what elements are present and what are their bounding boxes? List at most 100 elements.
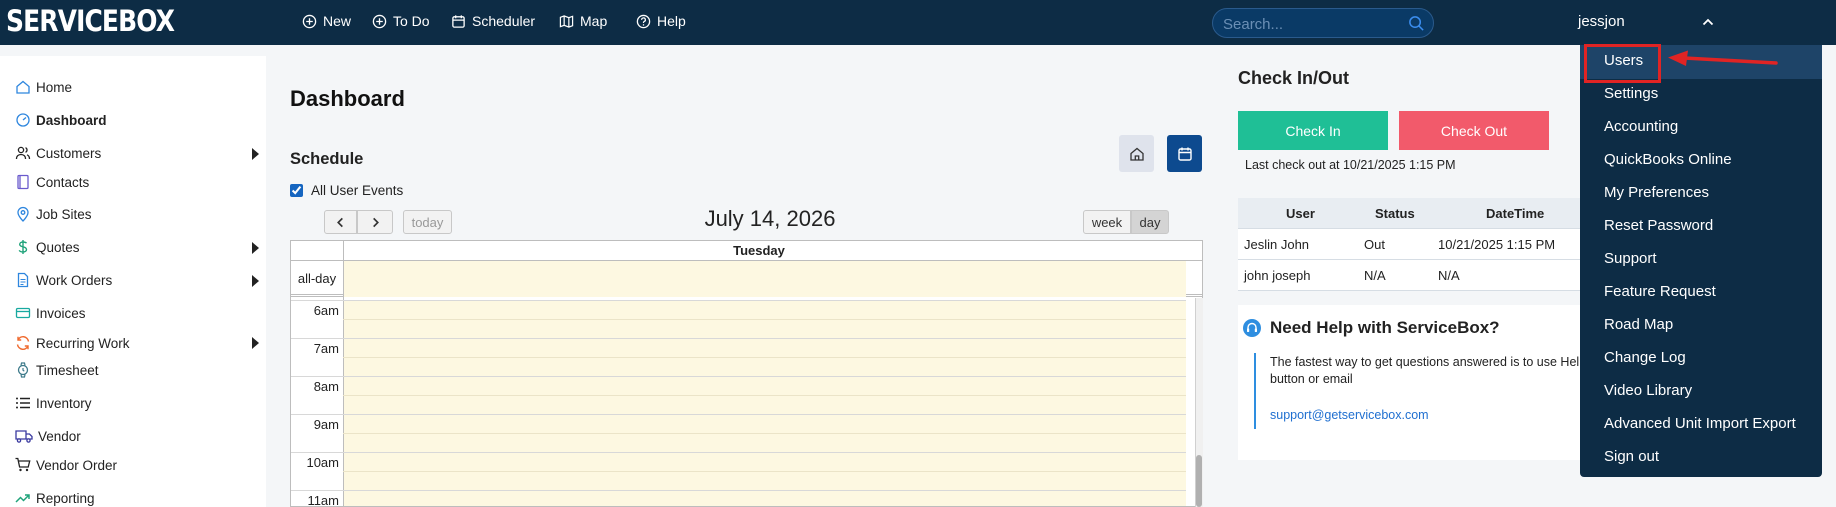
check-in-button[interactable]: Check In xyxy=(1238,111,1388,150)
search-box xyxy=(1212,8,1434,38)
hour-line xyxy=(291,338,1186,339)
menu-item-feature-request[interactable]: Feature Request xyxy=(1604,283,1716,300)
menu-item-settings[interactable]: Settings xyxy=(1604,85,1658,102)
nav-scheduler[interactable]: Scheduler xyxy=(451,13,535,29)
menu-item-sign-out[interactable]: Sign out xyxy=(1604,448,1659,465)
table-cell: Out xyxy=(1364,237,1385,252)
sidebar-item-work-orders[interactable]: Work Orders xyxy=(15,272,112,288)
day-calendar-grid: Tuesday all-day 6am 7am 8am 9am 10am 11am xyxy=(290,240,1203,507)
calendar-day-button[interactable]: day xyxy=(1131,210,1169,234)
hour-label: 6am xyxy=(313,303,339,318)
search-icon[interactable] xyxy=(1408,15,1425,32)
sidebar-item-label: Inventory xyxy=(36,395,92,411)
menu-item-quickbooks-online[interactable]: QuickBooks Online xyxy=(1604,151,1732,168)
calendar-icon xyxy=(1177,147,1192,161)
sidebar-item-recurring-work[interactable]: Recurring Work xyxy=(15,335,130,351)
menu-item-reset-password[interactable]: Reset Password xyxy=(1604,217,1713,234)
row-divider xyxy=(1238,290,1583,291)
plus-circle-icon xyxy=(302,14,317,28)
menu-item-change-log[interactable]: Change Log xyxy=(1604,349,1686,366)
menu-item-advanced-unit-import-export[interactable]: Advanced Unit Import Export xyxy=(1604,415,1796,432)
menu-item-accounting[interactable]: Accounting xyxy=(1604,118,1678,135)
column-header: DateTime xyxy=(1486,206,1545,221)
allday-cell[interactable] xyxy=(343,261,1186,297)
calendar-scrollbar-thumb[interactable] xyxy=(1196,455,1202,507)
calendar-next-button[interactable] xyxy=(357,210,393,234)
calendar-icon xyxy=(452,14,465,28)
nav-new[interactable]: New xyxy=(302,13,351,29)
sidebar-item-timesheet[interactable]: Timesheet xyxy=(15,362,99,378)
sidebar-item-label: Quotes xyxy=(36,239,80,255)
calendar-prev-button[interactable] xyxy=(324,210,357,234)
sidebar-item-invoices[interactable]: Invoices xyxy=(15,305,86,321)
support-email-link[interactable]: support@getservicebox.com xyxy=(1270,408,1429,422)
hour-label: 7am xyxy=(313,341,339,356)
servicebox-logo[interactable]: SERVICEBOX xyxy=(6,4,175,38)
sidebar-item-reporting[interactable]: Reporting xyxy=(15,490,95,506)
menu-item-support[interactable]: Support xyxy=(1604,250,1657,267)
expand-arrow-icon[interactable] xyxy=(252,337,259,349)
home-icon xyxy=(16,80,30,94)
sidebar-item-label: Timesheet xyxy=(36,362,99,378)
chevron-up-icon[interactable] xyxy=(1701,15,1715,29)
user-dropdown-menu: Users Settings Accounting QuickBooks Onl… xyxy=(1580,45,1822,477)
sidebar-item-quotes[interactable]: Quotes xyxy=(15,239,80,255)
top-navbar: SERVICEBOX New To Do Scheduler Map Help … xyxy=(0,0,1836,45)
calendar-today-button[interactable]: today xyxy=(403,210,452,234)
schedule-home-button[interactable] xyxy=(1119,135,1154,172)
users-icon xyxy=(15,146,31,160)
home-icon xyxy=(1129,147,1144,161)
sidebar-item-customers[interactable]: Customers xyxy=(15,145,101,161)
sidebar-item-dashboard[interactable]: Dashboard xyxy=(15,112,107,128)
expand-arrow-icon[interactable] xyxy=(252,242,259,254)
sidebar-item-label: Invoices xyxy=(36,305,86,321)
menu-item-road-map[interactable]: Road Map xyxy=(1604,316,1673,333)
menu-item-my-preferences[interactable]: My Preferences xyxy=(1604,184,1709,201)
half-hour-line xyxy=(343,357,1186,358)
calendar-week-button[interactable]: week xyxy=(1083,210,1131,234)
hour-line xyxy=(291,300,1186,301)
all-user-events-toggle[interactable]: All User Events xyxy=(290,183,403,198)
calendar-day-name: Tuesday xyxy=(733,243,785,258)
chevron-right-icon xyxy=(372,217,379,227)
sidebar-item-label: Reporting xyxy=(36,490,95,506)
sidebar-item-vendor-order[interactable]: Vendor Order xyxy=(15,457,117,473)
schedule-calendar-button[interactable] xyxy=(1167,135,1202,172)
nav-todo[interactable]: To Do xyxy=(372,13,430,29)
document-icon xyxy=(17,272,29,288)
nav-help[interactable]: Help xyxy=(636,13,686,29)
sidebar-item-label: Job Sites xyxy=(36,206,92,222)
time-slots-area[interactable] xyxy=(344,300,1186,506)
location-pin-icon xyxy=(17,206,29,222)
allday-label: all-day xyxy=(297,271,337,286)
last-checkout-text: Last check out at 10/21/2025 1:15 PM xyxy=(1245,158,1456,172)
book-icon xyxy=(17,174,29,190)
expand-arrow-icon[interactable] xyxy=(252,275,259,287)
sidebar-item-vendor[interactable]: Vendor xyxy=(15,428,81,444)
expand-arrow-icon[interactable] xyxy=(252,148,259,160)
menu-item-video-library[interactable]: Video Library xyxy=(1604,382,1692,399)
dollar-icon xyxy=(18,240,28,254)
sidebar-item-label: Recurring Work xyxy=(36,335,130,351)
sidebar-item-contacts[interactable]: Contacts xyxy=(15,174,89,190)
all-user-events-checkbox[interactable] xyxy=(290,184,303,197)
hour-label: 10am xyxy=(306,455,339,470)
column-header: Status xyxy=(1375,206,1415,221)
user-menu-toggle[interactable]: jessjon xyxy=(1578,13,1625,30)
nav-map[interactable]: Map xyxy=(559,13,607,29)
hour-line xyxy=(291,414,1186,415)
sidebar-item-inventory[interactable]: Inventory xyxy=(15,395,92,411)
sidebar-item-job-sites[interactable]: Job Sites xyxy=(15,206,92,222)
search-input[interactable] xyxy=(1223,14,1403,34)
sidebar-item-home[interactable]: Home xyxy=(15,79,72,95)
hour-line xyxy=(291,376,1186,377)
nav-help-label: Help xyxy=(657,13,686,29)
sidebar-item-label: Dashboard xyxy=(36,112,107,128)
check-out-button[interactable]: Check Out xyxy=(1399,111,1549,150)
annotation-arrow-icon xyxy=(1668,50,1778,66)
hour-label: 8am xyxy=(313,379,339,394)
sidebar-item-label: Customers xyxy=(36,145,102,161)
question-circle-icon xyxy=(636,14,651,28)
table-cell: N/A xyxy=(1364,268,1386,283)
chevron-left-icon xyxy=(337,217,343,227)
